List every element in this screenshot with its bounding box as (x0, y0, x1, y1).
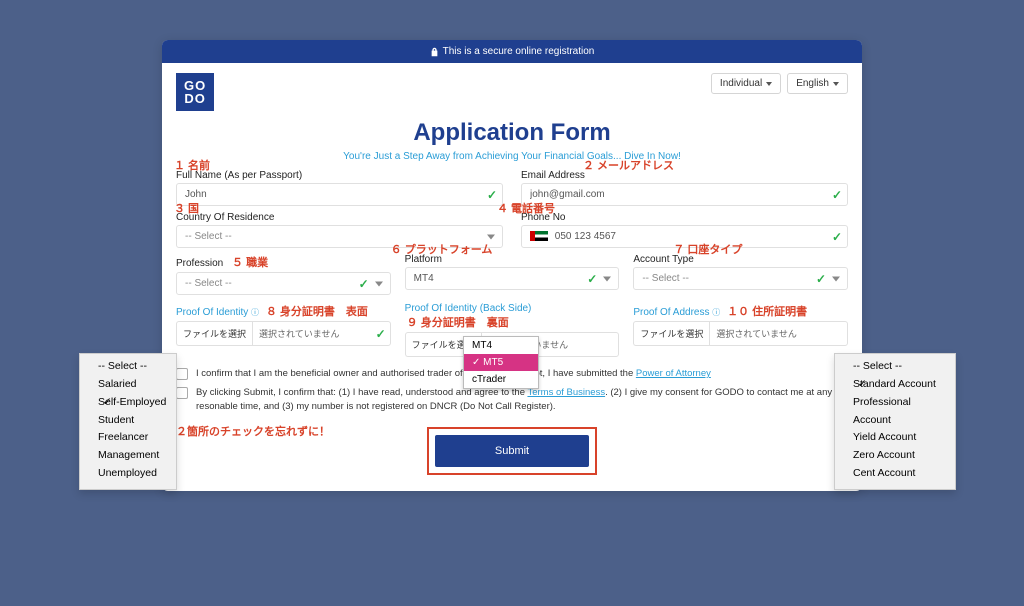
menu-item[interactable]: Self-Employed (98, 394, 166, 412)
chevron-down-icon (603, 276, 611, 281)
menu-item[interactable]: -- Select -- (98, 358, 166, 376)
individual-label: Individual (720, 78, 762, 89)
logo: GO DO (176, 73, 214, 111)
page-title: Application Form (162, 119, 862, 147)
full-name-label: Full Name (As per Passport) (176, 170, 503, 181)
full-name-input[interactable] (176, 183, 503, 206)
check-icon: ✓ (487, 188, 497, 202)
page-subtitle: You're Just a Step Away from Achieving Y… (162, 151, 862, 162)
check-icon: ✓ (376, 327, 386, 341)
logo-line2: DO (184, 92, 206, 105)
menu-item[interactable]: Unemployed (98, 465, 166, 483)
header-row: GO DO Individual English (162, 63, 862, 111)
menu-item[interactable]: Management (98, 447, 166, 465)
check-icon: ✓ (359, 277, 369, 291)
terms-text: By clicking Submit, I confirm that: (1) … (196, 386, 848, 413)
menu-item[interactable]: MT4 (464, 337, 538, 354)
annotation-8: ８ 身分証明書 表面 (266, 306, 368, 318)
annotation-5: ５ 職業 (232, 257, 268, 269)
chevron-down-icon (487, 234, 495, 239)
menu-item[interactable]: Freelancer (98, 429, 166, 447)
caret-icon (766, 82, 772, 86)
english-label: English (796, 78, 829, 89)
platform-label: Platform (405, 254, 620, 265)
country-select[interactable]: -- Select -- (176, 225, 503, 248)
annotation-10: １０ 住所証明書 (727, 306, 807, 318)
menu-item[interactable]: MT5 (464, 354, 538, 371)
chevron-down-icon (832, 276, 840, 281)
account-type-label: Account Type (633, 254, 848, 265)
application-form: １ 名前 Full Name (As per Passport) ✓ ２ メール… (162, 170, 862, 491)
power-of-attorney-link[interactable]: Power of Attorney (636, 368, 711, 379)
menu-item[interactable]: Student (98, 412, 166, 430)
country-label: Country Of Residence (176, 212, 503, 223)
flag-uae-icon (530, 231, 548, 241)
menu-item[interactable]: Cent Account (853, 465, 945, 483)
file-choose-button[interactable]: ファイルを選択 (633, 321, 709, 346)
chevron-down-icon (375, 281, 383, 286)
secure-text: This is a secure online registration (443, 46, 595, 57)
menu-item[interactable]: Salaried (98, 376, 166, 394)
check-icon: ✓ (816, 272, 826, 286)
menu-item[interactable]: Standard Account (853, 376, 945, 394)
platform-menu[interactable]: MT4MT5cTrader (463, 336, 539, 389)
caret-icon (833, 82, 839, 86)
lock-icon (430, 47, 439, 57)
menu-item[interactable]: -- Select -- (853, 358, 945, 376)
file-status: 選択されていません ✓ (252, 321, 391, 346)
file-choose-button[interactable]: ファイルを選択 (176, 321, 252, 346)
proof-id-label: Proof Of Identity ⓘ ８ 身分証明書 表面 (176, 303, 391, 319)
confirm-owner-checkbox[interactable] (176, 368, 188, 380)
file-status: 選択されていません (709, 321, 848, 346)
proof-id-back-label: Proof Of Identity (Back Side) ９ 身分証明書 裏面 (405, 303, 620, 330)
secure-bar: This is a secure online registration (162, 40, 862, 63)
application-card: This is a secure online registration GO … (162, 40, 862, 491)
submit-highlight: Submit (427, 427, 597, 475)
account-type-menu[interactable]: -- Select --Standard AccountProfessional… (834, 353, 956, 490)
check-icon: ✓ (587, 272, 597, 286)
submit-button[interactable]: Submit (435, 435, 589, 467)
account-type-dropdown[interactable]: Individual (711, 73, 781, 94)
proof-address-label: Proof Of Address ⓘ １０ 住所証明書 (633, 303, 848, 319)
menu-item[interactable]: Professional Account (853, 394, 945, 430)
profession-menu[interactable]: -- Select --SalariedSelf-EmployedStudent… (79, 353, 177, 490)
profession-label: Profession ５ 職業 (176, 254, 391, 270)
terms-link[interactable]: Terms of Business (527, 387, 605, 398)
email-input[interactable] (521, 183, 848, 206)
check-icon: ✓ (832, 188, 842, 202)
phone-label: Phone No (521, 212, 848, 223)
menu-item[interactable]: Zero Account (853, 447, 945, 465)
language-dropdown[interactable]: English (787, 73, 848, 94)
check-icon: ✓ (832, 230, 842, 244)
phone-input[interactable]: 050 123 4567 (521, 225, 848, 248)
phone-value: 050 123 4567 (555, 231, 616, 242)
header-dropdowns: Individual English (711, 73, 848, 94)
confirm-owner-text: I confirm that I am the beneficial owner… (196, 367, 711, 380)
menu-item[interactable]: Yield Account (853, 429, 945, 447)
email-label: Email Address (521, 170, 848, 181)
menu-item[interactable]: cTrader (464, 371, 538, 388)
terms-checkbox[interactable] (176, 387, 188, 399)
annotation-9: ９ 身分証明書 裏面 (407, 317, 509, 329)
